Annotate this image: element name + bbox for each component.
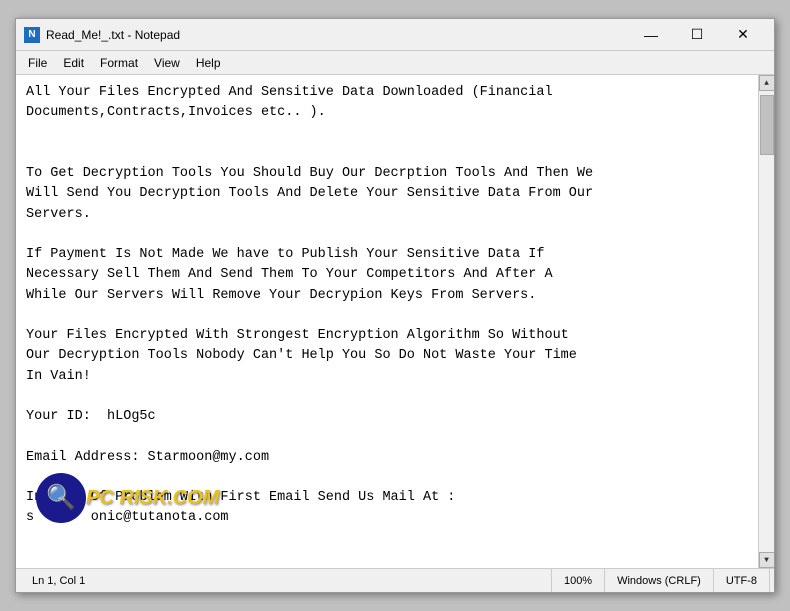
menu-help[interactable]: Help [188, 54, 229, 72]
zoom-level: 100% [552, 569, 605, 592]
menu-bar: File Edit Format View Help [16, 51, 774, 75]
cursor-position: Ln 1, Col 1 [20, 569, 552, 592]
menu-view[interactable]: View [146, 54, 188, 72]
app-icon: N [24, 27, 40, 43]
line-ending: Windows (CRLF) [605, 569, 714, 592]
text-editor[interactable] [16, 75, 758, 568]
title-bar: N Read_Me!_.txt - Notepad — ☐ ✕ [16, 19, 774, 51]
window-controls: — ☐ ✕ [628, 19, 766, 51]
maximize-button[interactable]: ☐ [674, 19, 720, 51]
close-button[interactable]: ✕ [720, 19, 766, 51]
line-ending-text: Windows (CRLF) [617, 575, 701, 587]
notepad-window: N Read_Me!_.txt - Notepad — ☐ ✕ File Edi… [15, 18, 775, 593]
menu-edit[interactable]: Edit [55, 54, 92, 72]
scroll-track[interactable] [759, 91, 774, 552]
zoom-text: 100% [564, 575, 592, 587]
status-bar: Ln 1, Col 1 100% Windows (CRLF) UTF-8 [16, 568, 774, 592]
scroll-thumb[interactable] [760, 95, 774, 155]
window-title: Read_Me!_.txt - Notepad [46, 28, 628, 42]
minimize-button[interactable]: — [628, 19, 674, 51]
editor-container: ▲ ▼ 🔍 PC RISK.COM [16, 75, 774, 568]
encoding-text: UTF-8 [726, 575, 757, 587]
position-text: Ln 1, Col 1 [32, 575, 85, 587]
vertical-scrollbar[interactable]: ▲ ▼ [758, 75, 774, 568]
menu-file[interactable]: File [20, 54, 55, 72]
editor-area: ▲ ▼ [16, 75, 774, 568]
scroll-up-button[interactable]: ▲ [759, 75, 775, 91]
encoding: UTF-8 [714, 569, 770, 592]
scroll-down-button[interactable]: ▼ [759, 552, 775, 568]
app-icon-letter: N [28, 29, 35, 40]
menu-format[interactable]: Format [92, 54, 146, 72]
